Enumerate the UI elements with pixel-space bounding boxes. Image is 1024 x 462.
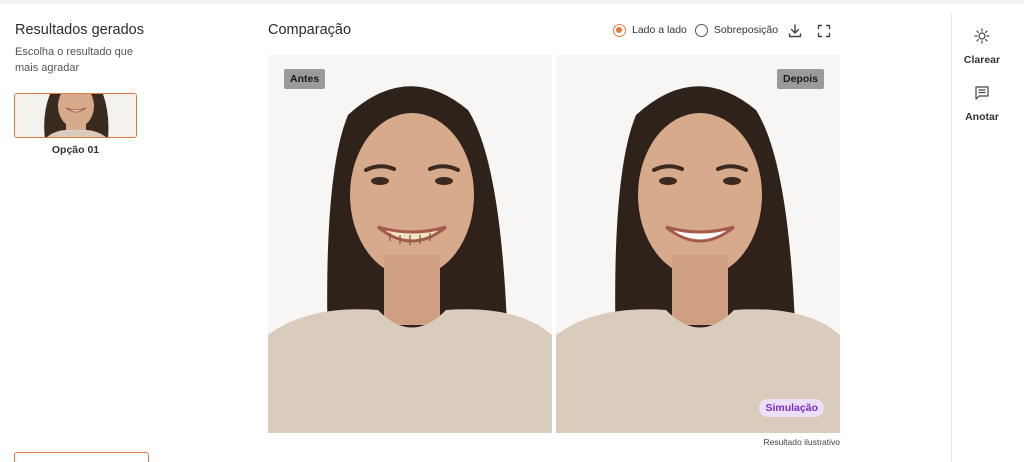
- fullscreen-button[interactable]: [816, 23, 832, 39]
- view-mode-side-by-side-label: Lado a lado: [632, 24, 687, 36]
- illustrative-caption: Resultado ilustrativo: [763, 437, 840, 447]
- result-thumbnail-image: [15, 94, 136, 137]
- comparison-title: Comparação: [268, 22, 352, 38]
- download-button[interactable]: [787, 23, 803, 39]
- results-title: Resultados gerados: [15, 22, 144, 38]
- simulation-tag: Simulação: [759, 399, 824, 417]
- after-badge: Depois: [776, 69, 824, 89]
- view-mode-overlay-label: Sobreposição: [713, 24, 779, 36]
- view-mode-overlay[interactable]: Sobreposição: [694, 23, 779, 37]
- sidebar-bottom-button[interactable]: [14, 452, 149, 462]
- brighten-tool-button[interactable]: Clarear: [955, 28, 1009, 66]
- before-portrait-image: [268, 55, 552, 433]
- download-icon: [788, 24, 802, 38]
- results-subtitle: Escolha o resultado que mais agradar: [15, 46, 134, 74]
- before-badge: Antes: [284, 69, 326, 89]
- result-thumbnail-option-01[interactable]: [14, 93, 137, 138]
- result-option-label: Opção 01: [51, 144, 100, 156]
- after-photo: Depois Simulação: [556, 55, 840, 433]
- annotate-tool-label: Anotar: [965, 111, 999, 123]
- note-icon: [975, 86, 989, 100]
- radio-unselected-icon: [694, 23, 708, 37]
- radio-selected-icon: [613, 23, 626, 37]
- view-mode-controls: Lado a lado Sobreposição: [613, 21, 778, 39]
- sun-icon: [974, 28, 990, 44]
- brighten-tool-label: Clarear: [963, 54, 1001, 66]
- annotate-tool-button[interactable]: Anotar: [955, 85, 1009, 123]
- before-photo: Antes: [268, 55, 552, 433]
- fullscreen-icon: [817, 24, 831, 38]
- results-sidebar: Resultados gerados Escolha o resultado q…: [0, 4, 170, 462]
- view-mode-side-by-side[interactable]: Lado a lado: [613, 23, 687, 37]
- toolbar-divider: [951, 14, 952, 462]
- after-portrait-image: [556, 55, 840, 433]
